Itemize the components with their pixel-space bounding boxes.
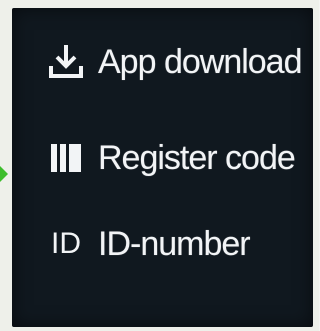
menu-item-id-number[interactable]: ID ID-number	[44, 222, 251, 266]
menu-item-label: ID-number	[98, 225, 251, 263]
device-frame: App download Register code ID ID-number	[0, 0, 319, 331]
menu-item-label: App download	[98, 43, 303, 81]
id-icon: ID	[44, 222, 88, 266]
menu-item-app-download[interactable]: App download	[44, 40, 303, 84]
menu-item-register-code[interactable]: Register code	[44, 136, 296, 180]
id-icon-text: ID	[51, 227, 81, 260]
barcode-icon	[44, 136, 88, 180]
device-screen: App download Register code ID ID-number	[12, 8, 313, 327]
download-icon	[44, 40, 88, 84]
menu-item-label: Register code	[98, 139, 296, 177]
side-arrow-icon	[0, 160, 8, 188]
